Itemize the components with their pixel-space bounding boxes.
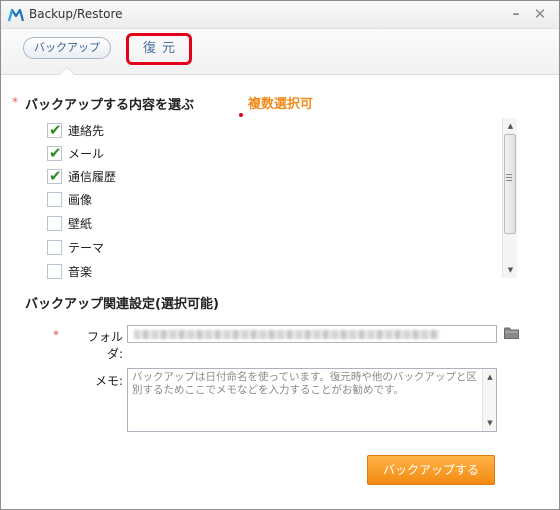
checkbox-contacts[interactable]: ✔ — [47, 120, 62, 139]
list-item-images[interactable]: 画像 — [47, 190, 92, 208]
start-backup-button[interactable]: バックアップする — [367, 455, 495, 485]
list-item-mail[interactable]: ✔ メール — [47, 144, 104, 162]
list-item-contacts[interactable]: ✔ 連絡先 — [47, 121, 104, 139]
scroll-up-arrow-icon[interactable]: ▲ — [483, 371, 497, 383]
folder-label: フォルダ: — [86, 330, 123, 361]
backup-restore-window: Backup/Restore – ✕ バックアップ 復元 * バックアップする内… — [0, 0, 560, 510]
checkbox-theme[interactable] — [47, 239, 62, 255]
item-label: 連絡先 — [68, 123, 105, 138]
required-mark: * — [53, 328, 59, 342]
minimize-button[interactable]: – — [507, 5, 525, 23]
folder-browse-icon[interactable] — [504, 327, 519, 339]
checkbox-images[interactable] — [47, 191, 62, 207]
memo-textarea[interactable]: バックアップは日付命名を使っています。復元時や他のバックアップと区別するためここ… — [127, 368, 497, 432]
checkmark-icon: ✔ — [49, 143, 62, 162]
scroll-grip-icon — [506, 174, 512, 181]
checkmark-icon: ✔ — [49, 166, 62, 185]
tab-bar: バックアップ 復元 — [1, 29, 559, 75]
item-label: 画像 — [68, 192, 93, 207]
list-item-wallpaper[interactable]: 壁紙 — [47, 214, 92, 232]
checkbox-wallpaper[interactable] — [47, 215, 62, 231]
multi-select-note: 複数選択可 — [248, 97, 314, 112]
scroll-up-arrow-icon[interactable]: ▲ — [503, 120, 518, 132]
checkbox-music[interactable] — [47, 263, 62, 279]
list-item-theme[interactable]: テーマ — [47, 238, 104, 256]
folder-path-field[interactable] — [127, 325, 497, 343]
close-button[interactable]: ✕ — [531, 5, 549, 23]
item-label: 壁紙 — [68, 216, 93, 231]
item-label: テーマ — [68, 240, 105, 255]
scroll-thumb[interactable] — [504, 134, 516, 234]
list-item-call-history[interactable]: ✔ 通信履歴 — [47, 167, 116, 185]
required-mark: * — [12, 95, 18, 109]
checkbox-call-history[interactable]: ✔ — [47, 166, 62, 185]
tab-pointer — [60, 68, 74, 75]
scroll-down-arrow-icon[interactable]: ▼ — [503, 264, 518, 276]
memo-placeholder: バックアップは日付命名を使っています。復元時や他のバックアップと区別するためここ… — [132, 371, 477, 396]
backup-item-list: ✔ 連絡先 ✔ メール ✔ 通信履歴 画像 壁紙 テーマ 音楽 — [47, 119, 507, 279]
tab-backup[interactable]: バックアップ — [23, 37, 111, 59]
content-section-title: バックアップする内容を選ぶ — [25, 98, 195, 113]
annotation-dot — [239, 113, 243, 117]
blurred-folder-path — [134, 330, 439, 339]
checkbox-mail[interactable]: ✔ — [47, 143, 62, 162]
tab-restore[interactable]: 復元 — [126, 33, 192, 65]
checkmark-icon: ✔ — [49, 120, 62, 139]
list-item-music[interactable]: 音楽 — [47, 262, 92, 280]
title-bar: Backup/Restore – ✕ — [1, 1, 559, 29]
memo-label: メモ: — [94, 374, 123, 388]
app-logo-icon — [8, 8, 24, 22]
item-label: メール — [68, 146, 105, 161]
memo-scrollbar[interactable]: ▲ ▼ — [482, 369, 496, 431]
list-scrollbar[interactable]: ▲ ▼ — [502, 118, 517, 278]
item-label: 音楽 — [68, 264, 93, 279]
item-label: 通信履歴 — [68, 169, 117, 184]
settings-section-title: バックアップ関連設定(選択可能) — [25, 297, 219, 312]
scroll-down-arrow-icon[interactable]: ▼ — [483, 417, 497, 429]
window-title: Backup/Restore — [29, 7, 123, 21]
